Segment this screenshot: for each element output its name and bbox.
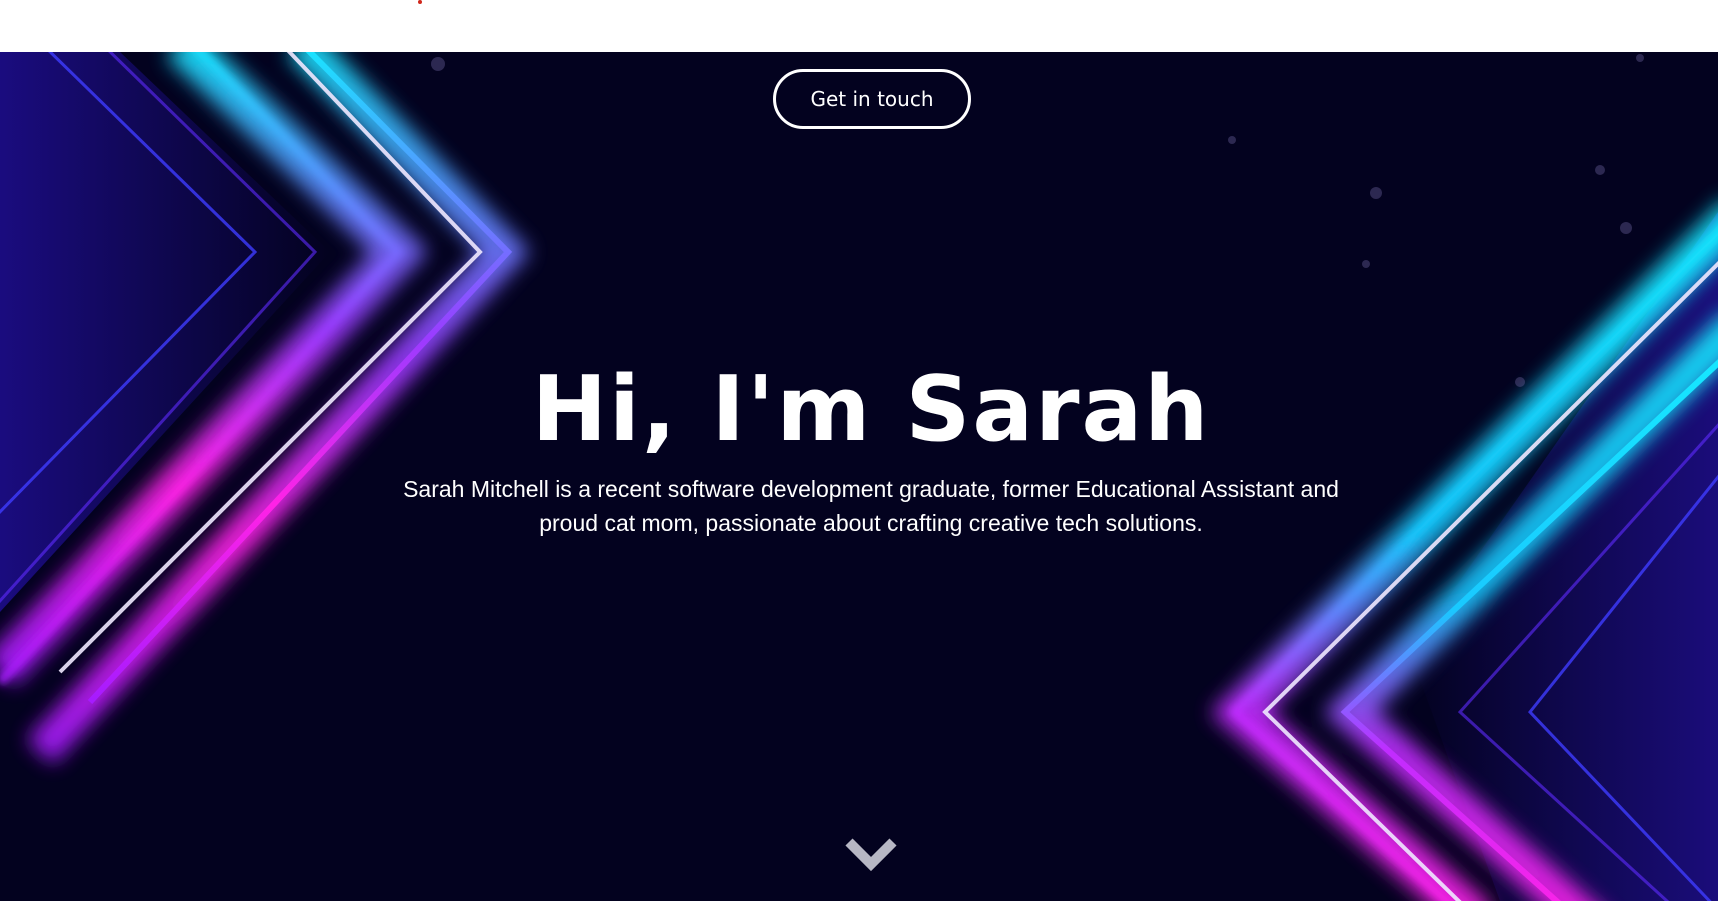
get-in-touch-button[interactable]: Get in touch [773, 69, 971, 129]
intro-text: Sarah Mitchell is a recent software deve… [403, 476, 1339, 536]
top-bar [0, 0, 1718, 52]
top-bar-marker [418, 0, 422, 4]
hero-section: Get in touch Hi, I'm Sarah Sarah Mitchel… [0, 52, 1718, 901]
right-chevron-cluster [1210, 205, 1718, 901]
page-title: Hi, I'm Sarah [531, 357, 1211, 462]
chevron-down-icon[interactable] [843, 834, 899, 874]
particles [431, 54, 1644, 387]
